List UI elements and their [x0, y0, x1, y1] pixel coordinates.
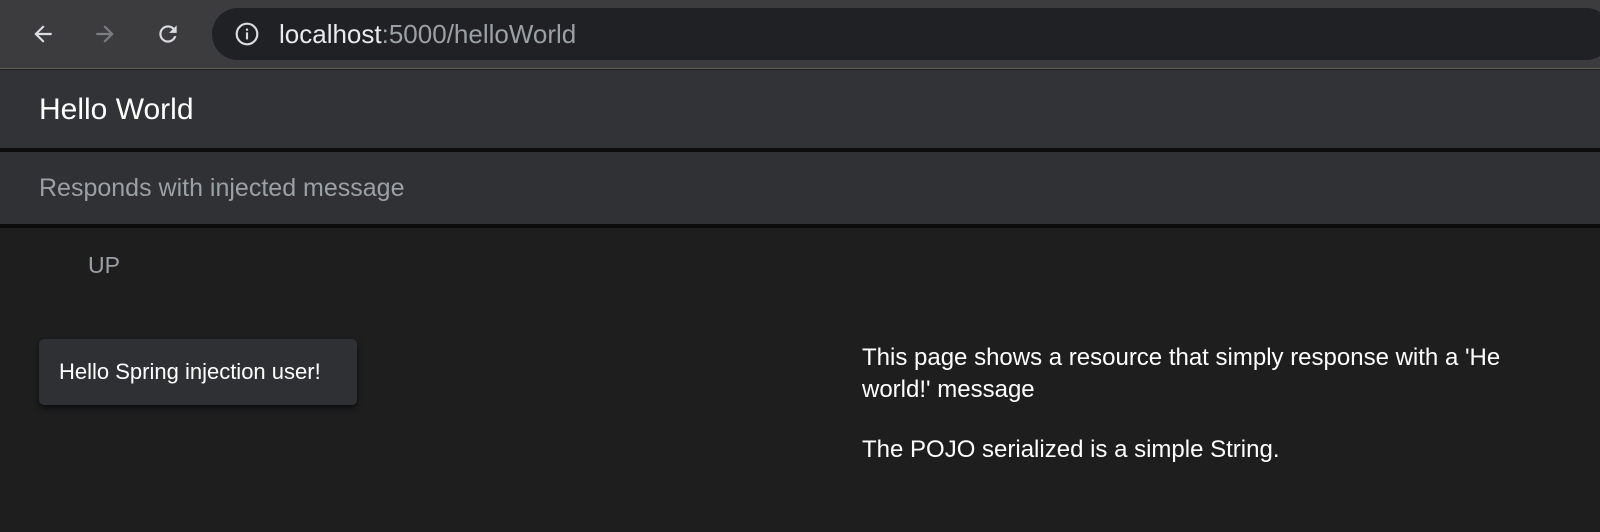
status-text: UP [88, 252, 120, 278]
url-text[interactable]: localhost:5000/helloWorld [279, 19, 576, 49]
arrow-left-icon [34, 25, 52, 43]
description-line-2: The POJO serialized is a simple String. [862, 436, 1280, 463]
subheader: Responds with injected message [0, 152, 1600, 224]
browser-toolbar: localhost:5000/helloWorld [0, 0, 1600, 69]
back-button[interactable] [23, 14, 63, 54]
forward-button[interactable] [85, 14, 125, 54]
message-card: Hello Spring injection user! [39, 339, 357, 405]
url-host: localhost [279, 19, 382, 49]
url-path: :5000/helloWorld [381, 19, 577, 49]
page-subtitle: Responds with injected message [39, 174, 405, 202]
description-line-1: This page shows a resource that simply r… [862, 342, 1600, 406]
app-header: Hello World [0, 70, 1600, 148]
subheader-divider [0, 224, 1600, 228]
message-text: Hello Spring injection user! [59, 359, 321, 384]
arrow-right-icon [96, 25, 114, 43]
page-title: Hello World [39, 93, 194, 126]
description-text-1b: world!' message [862, 376, 1035, 403]
reload-icon [159, 25, 177, 43]
description-panel: This page shows a resource that simply r… [862, 342, 1600, 466]
reload-button[interactable] [148, 14, 188, 54]
info-icon[interactable] [234, 21, 260, 47]
address-bar[interactable]: localhost:5000/helloWorld [212, 8, 1600, 60]
description-text-1a: This page shows a resource that simply r… [862, 344, 1501, 371]
